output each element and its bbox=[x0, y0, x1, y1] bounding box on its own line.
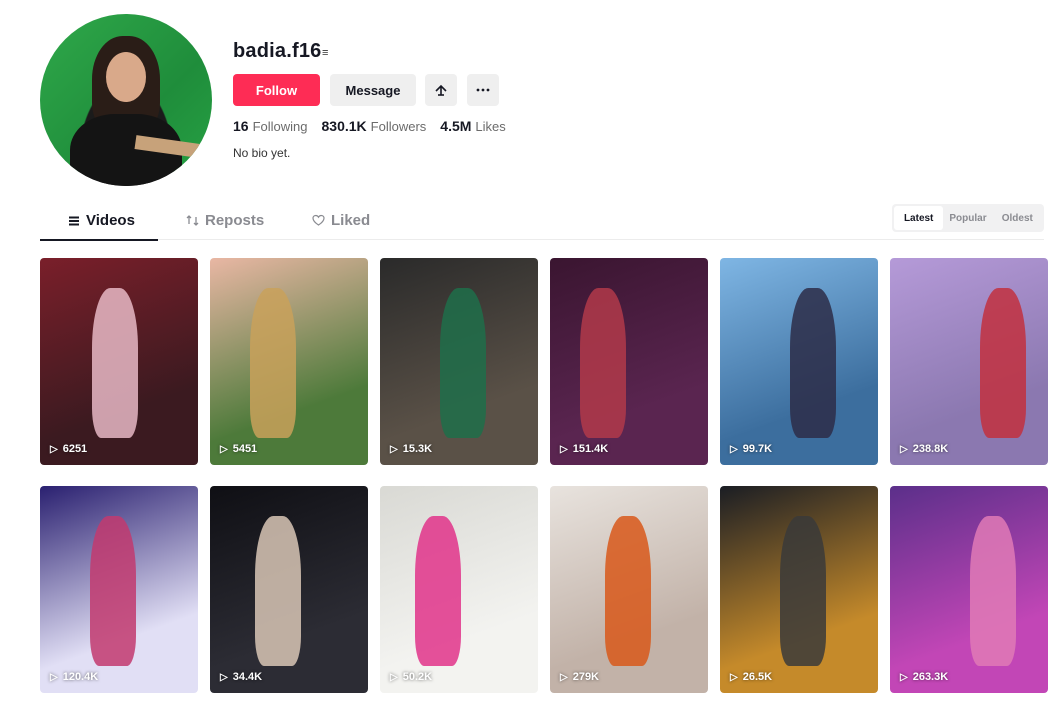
video-view-count: ▷ 34.4K bbox=[220, 671, 262, 683]
video-card[interactable]: ▷ 238.8K bbox=[890, 258, 1048, 465]
tab-label: Reposts bbox=[205, 212, 265, 229]
video-thumbnail-figure bbox=[415, 516, 461, 666]
video-card[interactable]: ▷ 26.5K bbox=[720, 486, 878, 693]
likes-label: Likes bbox=[475, 119, 506, 134]
play-icon: ▷ bbox=[900, 671, 908, 683]
followers-stat[interactable]: 830.1K Followers bbox=[322, 118, 427, 134]
sort-oldest[interactable]: Oldest bbox=[993, 206, 1042, 230]
video-view-count: ▷ 151.4K bbox=[560, 443, 608, 455]
video-thumbnail-figure bbox=[780, 516, 826, 666]
play-icon: ▷ bbox=[390, 671, 398, 683]
followers-label: Followers bbox=[370, 119, 427, 134]
video-card[interactable]: ▷ 34.4K bbox=[210, 486, 368, 693]
view-count-text: 120.4K bbox=[62, 671, 99, 683]
video-card[interactable]: ▷ 6251 bbox=[40, 258, 198, 465]
view-count-text: 99.7K bbox=[742, 443, 773, 455]
sort-popular[interactable]: Popular bbox=[943, 206, 992, 230]
video-thumbnail-figure bbox=[580, 288, 626, 438]
video-thumbnail-figure bbox=[92, 288, 138, 438]
avatar-face bbox=[106, 52, 146, 102]
view-count-text: 5451 bbox=[232, 443, 258, 455]
tab-label: Liked bbox=[331, 212, 371, 229]
video-card[interactable]: ▷ 120.4K bbox=[40, 486, 198, 693]
video-view-count: ▷ 6251 bbox=[50, 443, 87, 455]
video-thumbnail-figure bbox=[970, 516, 1016, 666]
likes-count: 4.5M bbox=[440, 118, 472, 134]
video-thumbnail-figure bbox=[790, 288, 836, 438]
play-icon: ▷ bbox=[220, 671, 228, 683]
play-icon: ▷ bbox=[730, 443, 738, 455]
tab-label: Videos bbox=[86, 212, 135, 229]
tab-videos[interactable]: Videos bbox=[68, 212, 135, 229]
video-card[interactable]: ▷ 50.2K bbox=[380, 486, 538, 693]
video-card[interactable]: ▷ 5451 bbox=[210, 258, 368, 465]
tab-reposts[interactable]: Reposts bbox=[186, 212, 264, 229]
play-icon: ▷ bbox=[560, 443, 568, 455]
video-card[interactable]: ▷ 15.3K bbox=[380, 258, 538, 465]
view-count-text: 151.4K bbox=[572, 443, 609, 455]
play-icon: ▷ bbox=[560, 671, 568, 683]
video-thumbnail-figure bbox=[255, 516, 301, 666]
profile-bio: No bio yet. bbox=[233, 146, 291, 160]
more-icon bbox=[476, 88, 490, 92]
video-thumbnail-figure bbox=[250, 288, 296, 438]
video-card[interactable]: ▷ 263.3K bbox=[890, 486, 1048, 693]
view-count-text: 26.5K bbox=[742, 671, 773, 683]
video-card[interactable]: ▷ 279K bbox=[550, 486, 708, 693]
profile-stats: 16 Following 830.1K Followers 4.5M Likes bbox=[233, 118, 506, 134]
profile-avatar bbox=[40, 14, 212, 186]
add-friend-button[interactable] bbox=[425, 74, 457, 106]
view-count-text: 263.3K bbox=[912, 671, 949, 683]
play-icon: ▷ bbox=[900, 443, 908, 455]
video-grid: ▷ 6251 ▷ 5451 ▷ 15.3K ▷ 151.4K ▷ 99.7K ▷ 238.8K ▷ 120… bbox=[40, 258, 1048, 693]
following-stat[interactable]: 16 Following bbox=[233, 118, 308, 134]
video-view-count: ▷ 238.8K bbox=[900, 443, 948, 455]
likes-stat: 4.5M Likes bbox=[440, 118, 505, 134]
video-view-count: ▷ 15.3K bbox=[390, 443, 432, 455]
video-thumbnail-figure bbox=[90, 516, 136, 666]
video-thumbnail-figure bbox=[440, 288, 486, 438]
sort-toggle: Latest Popular Oldest bbox=[892, 204, 1044, 232]
view-count-text: 279K bbox=[572, 671, 599, 683]
verified-icon: ≡ bbox=[322, 47, 329, 59]
view-count-text: 50.2K bbox=[402, 671, 433, 683]
video-view-count: ▷ 279K bbox=[560, 671, 599, 683]
video-thumbnail-figure bbox=[980, 288, 1026, 438]
play-icon: ▷ bbox=[390, 443, 398, 455]
tab-liked[interactable]: Liked bbox=[312, 212, 370, 229]
video-view-count: ▷ 99.7K bbox=[730, 443, 772, 455]
repost-icon bbox=[186, 215, 199, 226]
following-count: 16 bbox=[233, 118, 249, 134]
more-options-button[interactable] bbox=[467, 74, 499, 106]
play-icon: ▷ bbox=[50, 671, 58, 683]
view-count-text: 238.8K bbox=[912, 443, 949, 455]
view-count-text: 6251 bbox=[62, 443, 88, 455]
video-card[interactable]: ▷ 99.7K bbox=[720, 258, 878, 465]
sort-latest[interactable]: Latest bbox=[894, 206, 944, 230]
play-icon: ▷ bbox=[730, 671, 738, 683]
grid-icon bbox=[69, 216, 79, 225]
profile-username: badia.f16 bbox=[233, 40, 322, 62]
video-view-count: ▷ 5451 bbox=[220, 443, 257, 455]
play-icon: ▷ bbox=[50, 443, 58, 455]
heart-outline-icon bbox=[312, 214, 325, 226]
video-thumbnail-figure bbox=[605, 516, 651, 666]
video-view-count: ▷ 26.5K bbox=[730, 671, 772, 683]
video-view-count: ▷ 50.2K bbox=[390, 671, 432, 683]
video-view-count: ▷ 120.4K bbox=[50, 671, 98, 683]
view-count-text: 34.4K bbox=[232, 671, 263, 683]
play-icon: ▷ bbox=[220, 443, 228, 455]
following-label: Following bbox=[252, 119, 308, 134]
video-card[interactable]: ▷ 151.4K bbox=[550, 258, 708, 465]
message-button[interactable]: Message bbox=[330, 74, 416, 106]
add-friend-icon bbox=[435, 84, 447, 96]
video-view-count: ▷ 263.3K bbox=[900, 671, 948, 683]
followers-count: 830.1K bbox=[321, 118, 367, 134]
view-count-text: 15.3K bbox=[402, 443, 433, 455]
active-tab-indicator bbox=[40, 239, 158, 241]
follow-button[interactable]: Follow bbox=[233, 74, 320, 106]
